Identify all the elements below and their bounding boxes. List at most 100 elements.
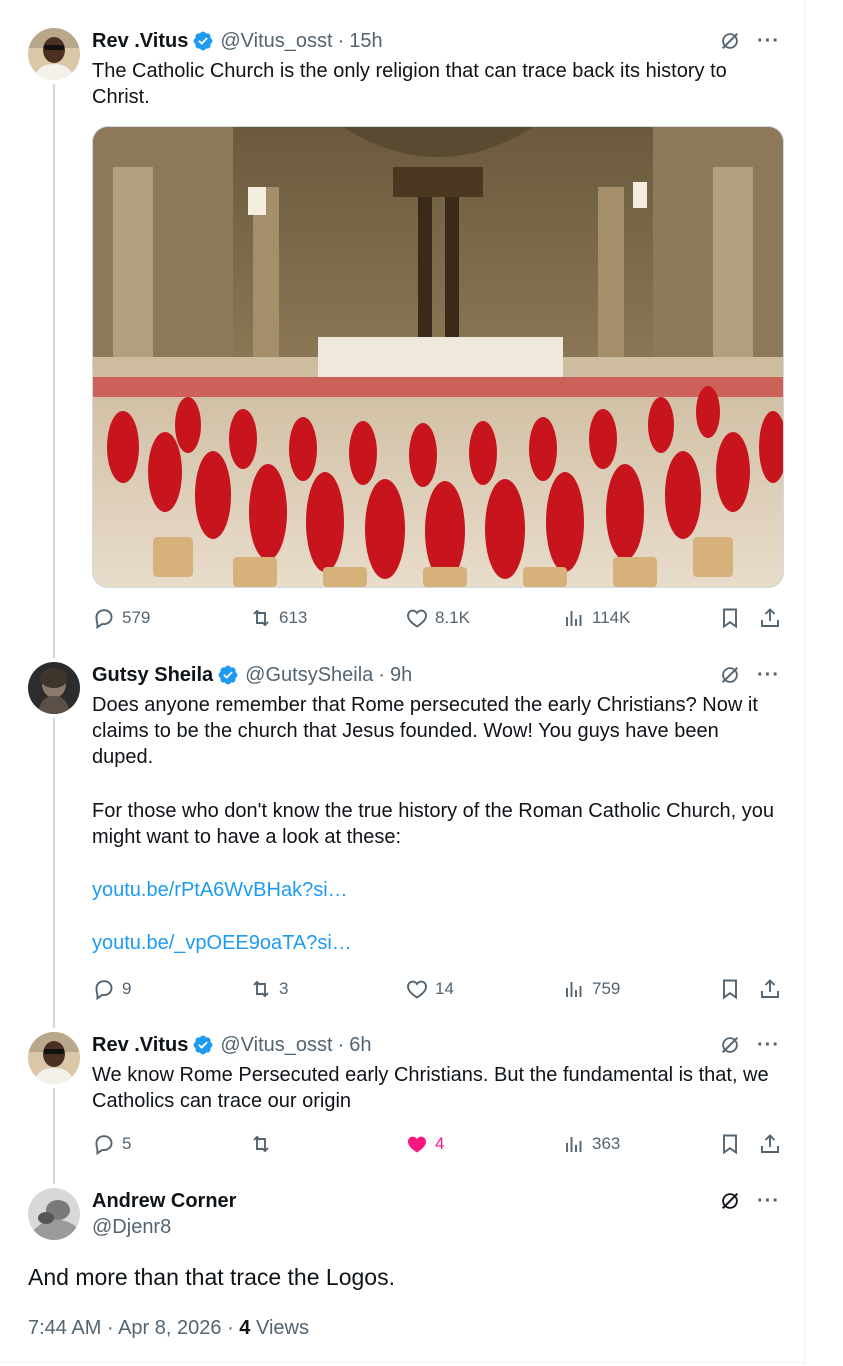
thread-line [53, 718, 55, 1028]
views-button[interactable]: 363 [562, 1130, 620, 1158]
separator-dot: · [337, 1033, 345, 1056]
author-name[interactable]: Gutsy Sheila [92, 664, 213, 687]
reply-button[interactable]: 9 [92, 975, 131, 1003]
repost-count: 613 [279, 608, 308, 627]
verified-badge-icon [218, 665, 238, 685]
avatar[interactable] [28, 28, 80, 80]
like-button[interactable]: 4 [405, 1130, 444, 1158]
more-icon[interactable]: ··· [757, 665, 780, 685]
timestamp[interactable]: 15h [349, 30, 382, 53]
date[interactable]: Apr 8, 2026 [118, 1317, 221, 1339]
link[interactable]: youtu.be/rPtA6WvBHak?si… [92, 877, 782, 903]
repost-button[interactable] [249, 1130, 279, 1158]
bookmark-icon [723, 1134, 737, 1155]
share-icon [761, 979, 779, 998]
reply-icon [95, 609, 113, 630]
bookmark-icon [723, 979, 737, 1000]
tweet-header-actions: ··· [719, 29, 780, 53]
avatar[interactable] [28, 1032, 80, 1084]
separator-dot: · [227, 1317, 240, 1339]
analytics-icon [566, 611, 582, 626]
bookmark-button[interactable] [718, 975, 742, 1003]
views-button[interactable]: 759 [562, 975, 620, 1003]
avatar[interactable] [28, 662, 80, 714]
more-icon[interactable]: ··· [757, 1035, 780, 1055]
separator-dot: · [378, 663, 385, 686]
tweet-header-actions: ··· [719, 663, 780, 687]
tweet-text: Does anyone remember that Rome persecute… [92, 694, 758, 768]
more-icon[interactable]: ··· [757, 31, 780, 51]
repost-count: 3 [279, 979, 289, 998]
separator-dot: · [106, 1317, 119, 1339]
repost-button[interactable]: 613 [249, 604, 307, 632]
repost-icon [253, 1135, 269, 1153]
timestamp[interactable]: 6h [349, 1034, 371, 1057]
tweet-header: Gutsy Sheila @GutsySheila · 9h [92, 663, 412, 687]
author-handle[interactable]: @Vitus_osst [220, 30, 332, 53]
thread-line [53, 84, 55, 658]
reply-count: 9 [122, 979, 132, 998]
tweet-image[interactable] [92, 126, 784, 588]
divider [0, 1362, 804, 1363]
like-count: 8.1K [435, 608, 470, 627]
views-count: 4 [239, 1317, 251, 1339]
timestamp[interactable]: 9h [390, 664, 412, 687]
author-name[interactable]: Rev .Vitus [92, 1034, 188, 1057]
author-name[interactable]: Andrew Corner [92, 1190, 236, 1213]
like-button[interactable]: 8.1K [405, 604, 470, 632]
reply-button[interactable]: 5 [92, 1130, 131, 1158]
bookmark-icon [723, 608, 737, 629]
verified-badge-icon [193, 31, 213, 51]
share-icon [761, 608, 779, 627]
tweet-header-actions: ··· [719, 1033, 780, 1057]
like-button[interactable]: 14 [405, 975, 454, 1003]
views-label: Views [255, 1317, 309, 1339]
grok-icon[interactable] [719, 1034, 741, 1056]
conversation-column: Rev .Vitus @Vitus_osst · 15h ··· The Cat… [0, 0, 805, 1366]
heart-filled-icon [408, 1136, 426, 1153]
reply-icon [95, 980, 113, 1001]
grok-icon[interactable] [719, 30, 741, 52]
tweet-text: And more than that trace the Logos. [28, 1264, 395, 1290]
repost-icon [253, 609, 269, 627]
share-icon [761, 1134, 779, 1153]
tweet-header: Rev .Vitus @Vitus_osst · 6h [92, 1033, 371, 1057]
share-button[interactable] [758, 975, 782, 1003]
like-count: 4 [435, 1134, 445, 1153]
reply-count: 5 [122, 1134, 132, 1153]
reply-icon [95, 1135, 113, 1156]
avatar[interactable] [28, 1188, 80, 1240]
right-pane [805, 0, 843, 1366]
bookmark-button[interactable] [718, 604, 742, 632]
tweet-text: We know Rome Persecuted early Christians… [92, 1064, 769, 1112]
thread-line [53, 1088, 55, 1184]
reply-count: 579 [122, 608, 151, 627]
grok-icon[interactable] [719, 664, 741, 686]
views-button[interactable]: 114K [562, 604, 630, 632]
share-button[interactable] [758, 604, 782, 632]
bookmark-button[interactable] [718, 1130, 742, 1158]
tweet-actions: 9 3 14 759 [92, 975, 782, 1003]
author-handle[interactable]: @Vitus_osst [220, 1034, 332, 1057]
views-count: 759 [592, 979, 621, 998]
tweet-actions: 5 4 363 [92, 1130, 782, 1158]
author-name[interactable]: Rev .Vitus [92, 30, 188, 53]
grok-icon[interactable] [719, 1190, 741, 1212]
views-count: 363 [592, 1134, 621, 1153]
like-count: 14 [435, 979, 454, 998]
verified-badge-icon [193, 1035, 213, 1055]
tweet-header-actions: ··· [719, 1189, 780, 1213]
share-button[interactable] [758, 1130, 782, 1158]
tweet-meta: 7:44 AM · Apr 8, 2026 · 4 Views [28, 1317, 309, 1340]
author-handle[interactable]: @Djenr8 [92, 1216, 171, 1239]
repost-icon [253, 980, 269, 998]
tweet-header: Rev .Vitus @Vitus_osst · 15h [92, 29, 383, 53]
tweet-actions: 579 613 8.1K 114K [92, 604, 782, 632]
more-icon[interactable]: ··· [757, 1191, 780, 1211]
timestamp[interactable]: 7:44 AM [28, 1317, 101, 1339]
link[interactable]: youtu.be/_vpOEE9oaTA?si… [92, 930, 782, 956]
reply-button[interactable]: 579 [92, 604, 150, 632]
repost-button[interactable]: 3 [249, 975, 288, 1003]
author-handle[interactable]: @GutsySheila [245, 664, 373, 687]
analytics-icon [566, 982, 582, 997]
